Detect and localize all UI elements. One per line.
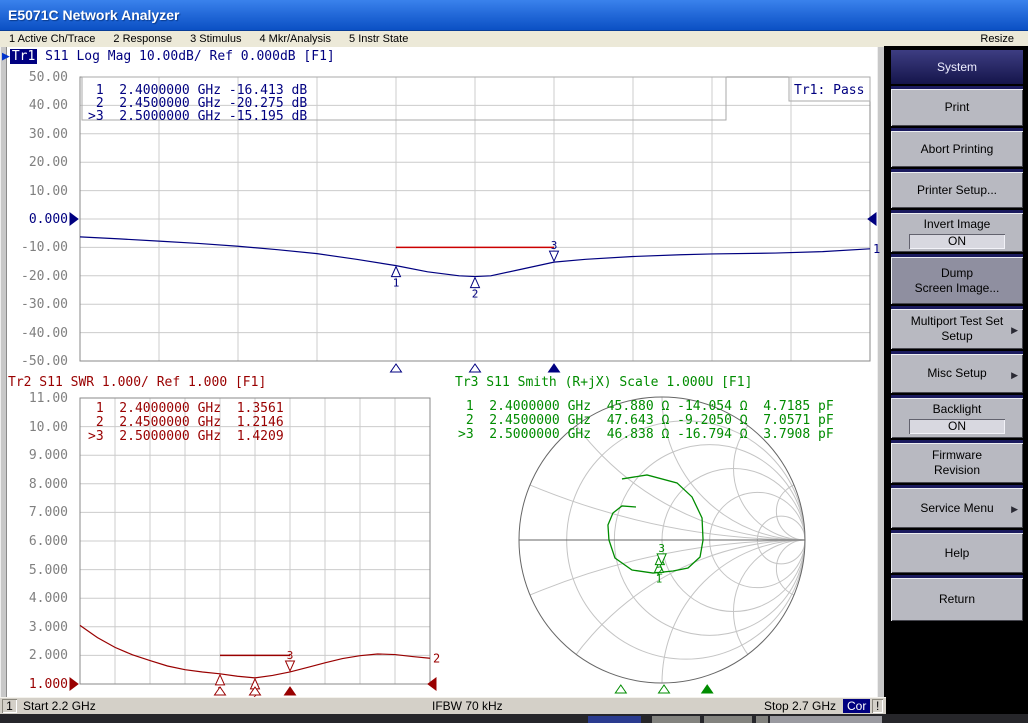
taskbar-segment	[704, 716, 752, 723]
softkey-service-menu[interactable]: Service Menu▶	[891, 485, 1023, 528]
softkey-print[interactable]: Print	[891, 86, 1023, 126]
softkey-invert-image[interactable]: Invert ImageON	[891, 210, 1023, 252]
tr3-marker-row: 1 2.4000000 GHz 45.880 Ω -14.054 Ω 4.718…	[458, 400, 834, 413]
tr2-marker-row: 1 2.4000000 GHz 1.3561	[88, 402, 284, 415]
softkey-sidebar: System Print Abort Printing Printer Setu…	[884, 46, 1028, 714]
y-axis-tick-label: 10.00	[0, 185, 68, 198]
softkey-abort-printing[interactable]: Abort Printing	[891, 128, 1023, 167]
menu-mkr-analysis[interactable]: 4 Mkr/Analysis	[250, 33, 340, 45]
window-title: E5071C Network Analyzer	[0, 7, 179, 23]
softkey-backlight[interactable]: BacklightON	[891, 395, 1023, 438]
svg-text:1: 1	[873, 242, 880, 256]
y-axis-tick-label: -10.00	[0, 241, 68, 254]
tr1-format-label: S11 Log Mag 10.00dB/ Ref 0.000dB [F1]	[37, 49, 334, 64]
correction-status-badge: Cor	[843, 699, 870, 713]
softkey-firmware-revision[interactable]: FirmwareRevision	[891, 440, 1023, 483]
tr1-limit-test-result: Tr1: Pass	[794, 83, 864, 98]
charts-canvas: 12311232123	[0, 47, 884, 697]
tr3-smith-chart: 1 2 3	[90, 47, 884, 697]
tr1-marker-row: >3 2.5000000 GHz -15.195 dB	[88, 110, 307, 123]
y-axis-tick-label: 11.00	[0, 392, 68, 405]
y-axis-tick-label: 3.000	[0, 621, 68, 634]
menu-resize[interactable]: Resize	[980, 33, 1028, 45]
backlight-state: ON	[909, 419, 1005, 434]
bottom-taskbar-strip	[0, 714, 1028, 723]
softkey-printer-setup[interactable]: Printer Setup...	[891, 169, 1023, 208]
submenu-arrow-icon: ▶	[1011, 502, 1018, 517]
y-axis-tick-label: 40.00	[0, 99, 68, 112]
tr2-marker-row: 2 2.4500000 GHz 1.2146	[88, 416, 284, 429]
softkey-dump-screen-image[interactable]: DumpScreen Image...	[891, 254, 1023, 304]
y-axis-tick-label: 7.000	[0, 506, 68, 519]
y-axis-tick-label: 50.00	[0, 71, 68, 84]
softkey-multiport-test-set-setup[interactable]: Multiport Test SetSetup▶	[891, 306, 1023, 349]
tr3-marker-row: >3 2.5000000 GHz 46.838 Ω -16.794 Ω 3.79…	[458, 428, 834, 441]
y-axis-tick-label: 1.000	[0, 678, 68, 691]
y-axis-tick-label: 0.000	[0, 213, 68, 226]
svg-text:2: 2	[472, 288, 479, 301]
svg-text:2: 2	[657, 565, 664, 578]
softkey-misc-setup[interactable]: Misc Setup▶	[891, 351, 1023, 393]
softkey-return[interactable]: Return	[891, 575, 1023, 621]
y-axis-tick-label: -50.00	[0, 355, 68, 368]
active-trace-pointer-icon: ▶	[2, 49, 10, 64]
title-bar: E5071C Network Analyzer	[0, 0, 1028, 31]
taskbar-segment	[756, 716, 768, 723]
tr1-header: ▶Tr1 S11 Log Mag 10.00dB/ Ref 0.000dB [F…	[2, 50, 335, 64]
svg-text:3: 3	[287, 649, 294, 662]
smith-grid	[90, 47, 884, 697]
menu-active-ch-trace[interactable]: 1 Active Ch/Trace	[0, 33, 104, 45]
status-bar: 1 Start 2.2 GHz IFBW 70 kHz Stop 2.7 GHz…	[0, 697, 886, 715]
channel-number-badge: 1	[2, 699, 17, 713]
y-axis-tick-label: 5.000	[0, 564, 68, 577]
y-axis-tick-label: -40.00	[0, 327, 68, 340]
tr3-marker-row: 2 2.4500000 GHz 47.643 Ω -9.2050 Ω 7.057…	[458, 414, 834, 427]
menu-instr-state[interactable]: 5 Instr State	[340, 33, 417, 45]
menu-bar: 1 Active Ch/Trace 2 Response 3 Stimulus …	[0, 31, 1028, 48]
tr2-marker-row: >3 2.5000000 GHz 1.4209	[88, 430, 284, 443]
svg-text:1: 1	[393, 277, 400, 290]
y-axis-tick-label: 6.000	[0, 535, 68, 548]
taskbar-clock-segment	[770, 716, 882, 723]
instrument-screen: E5071C Network Analyzer 1 Active Ch/Trac…	[0, 0, 1028, 723]
warning-badge: !	[872, 699, 883, 713]
invert-image-state: ON	[909, 234, 1005, 249]
tr2-header[interactable]: Tr2 S11 SWR 1.000/ Ref 1.000 [F1]	[8, 376, 266, 390]
menu-stimulus[interactable]: 3 Stimulus	[181, 33, 250, 45]
submenu-arrow-icon: ▶	[1011, 323, 1018, 338]
menu-response[interactable]: 2 Response	[104, 33, 181, 45]
y-axis-tick-label: 10.00	[0, 421, 68, 434]
tr3-header[interactable]: Tr3 S11 Smith (R+jX) Scale 1.000U [F1]	[455, 376, 752, 390]
taskbar-segment	[588, 716, 641, 723]
tr1-name-badge[interactable]: Tr1	[10, 49, 37, 64]
submenu-arrow-icon: ▶	[1011, 368, 1018, 383]
graph-area: 12311232123 ▶Tr1 S11 Log Mag 10.00dB/ Re…	[0, 47, 884, 697]
y-axis-tick-label: 30.00	[0, 128, 68, 141]
start-frequency-label: Start 2.2 GHz	[23, 699, 96, 713]
softkey-system: System	[891, 47, 1023, 84]
ifbw-label: IFBW 70 kHz	[432, 699, 503, 713]
y-axis-tick-label: 2.000	[0, 649, 68, 662]
y-axis-tick-label: -30.00	[0, 298, 68, 311]
y-axis-tick-label: 9.000	[0, 449, 68, 462]
y-axis-tick-label: 4.000	[0, 592, 68, 605]
y-axis-tick-label: 20.00	[0, 156, 68, 169]
svg-text:3: 3	[551, 239, 558, 252]
svg-text:2: 2	[433, 651, 440, 665]
y-axis-tick-label: 8.000	[0, 478, 68, 491]
softkey-help[interactable]: Help	[891, 530, 1023, 573]
taskbar-segment	[652, 716, 700, 723]
svg-text:3: 3	[658, 542, 665, 555]
y-axis-tick-label: -20.00	[0, 270, 68, 283]
stop-frequency-label: Stop 2.7 GHz	[764, 699, 836, 713]
